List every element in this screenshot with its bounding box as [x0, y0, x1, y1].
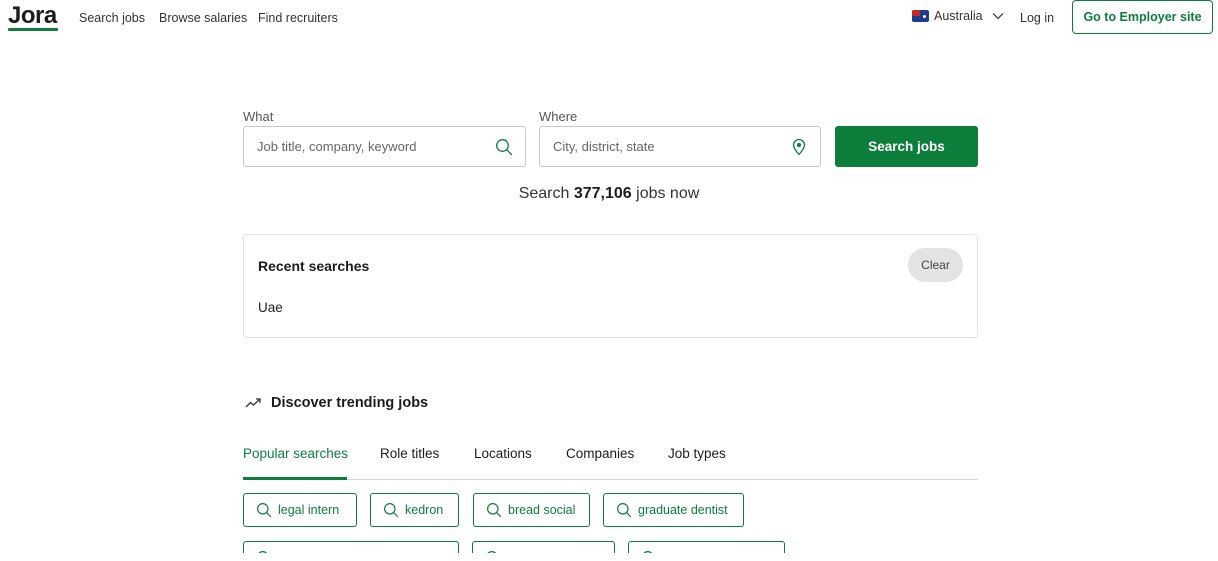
clear-recent-button[interactable]: Clear — [908, 248, 963, 282]
tab-role-titles[interactable]: Role titles — [380, 446, 439, 461]
login-link[interactable]: Log in — [1020, 11, 1054, 25]
search-icon — [384, 503, 399, 518]
recent-searches-card: Recent searches Clear Uae — [243, 234, 978, 338]
job-count-number: 377,106 — [573, 185, 632, 202]
country-label: Australia — [934, 9, 983, 23]
job-count-suffix: jobs now — [631, 185, 700, 202]
nav-find-recruiters[interactable]: Find recruiters — [258, 11, 338, 25]
trending-tabs: Popular searches Role titles Locations C… — [243, 444, 978, 480]
tab-companies[interactable]: Companies — [566, 446, 634, 461]
chip-label: graduate dentist — [638, 503, 728, 517]
job-count-text: Search 377,106 jobs now — [0, 185, 1218, 203]
employer-site-button[interactable]: Go to Employer site — [1072, 0, 1213, 34]
nav-browse-salaries[interactable]: Browse salaries — [159, 11, 247, 25]
location-pin-icon — [792, 138, 806, 156]
trending-up-icon — [245, 398, 261, 408]
popular-search-chip[interactable]: legal intern — [243, 493, 357, 527]
where-label: Where — [539, 109, 578, 124]
where-field — [539, 126, 821, 167]
australia-flag-icon — [912, 10, 929, 22]
search-icon — [487, 503, 502, 518]
viewport-bottom-mask — [0, 553, 1218, 561]
tab-locations[interactable]: Locations — [474, 446, 532, 461]
recent-searches-title: Recent searches — [258, 258, 370, 274]
search-icon — [496, 139, 513, 156]
chip-label: bread social — [508, 503, 576, 517]
tab-popular-searches[interactable]: Popular searches — [243, 446, 348, 461]
chevron-down-icon — [992, 13, 1004, 20]
tab-job-types[interactable]: Job types — [668, 446, 726, 461]
search-icon — [257, 503, 272, 518]
chip-label: kedron — [405, 503, 444, 517]
popular-search-chip[interactable]: kedron — [370, 493, 459, 527]
where-input[interactable] — [540, 127, 820, 166]
logo-underline — [8, 28, 58, 31]
search-icon — [617, 503, 632, 518]
country-selector[interactable]: Australia — [912, 9, 1005, 23]
popular-search-chip[interactable]: bread social — [473, 493, 590, 527]
what-input[interactable] — [244, 127, 525, 166]
popular-search-chip[interactable]: graduate dentist — [603, 493, 744, 527]
search-jobs-button[interactable]: Search jobs — [835, 126, 978, 167]
job-count-prefix: Search — [518, 185, 574, 202]
top-navigation: Jora Search jobs Browse salaries Find re… — [0, 0, 1218, 36]
trending-title: Discover trending jobs — [271, 395, 429, 411]
trending-heading: Discover trending jobs — [245, 395, 428, 411]
chip-label: legal intern — [278, 503, 340, 517]
what-label: What — [243, 109, 274, 124]
recent-search-item[interactable]: Uae — [258, 300, 283, 315]
active-tab-indicator — [243, 477, 347, 480]
what-field — [243, 126, 526, 167]
nav-search-jobs[interactable]: Search jobs — [79, 11, 145, 25]
jora-logo[interactable]: Jora — [8, 2, 57, 30]
